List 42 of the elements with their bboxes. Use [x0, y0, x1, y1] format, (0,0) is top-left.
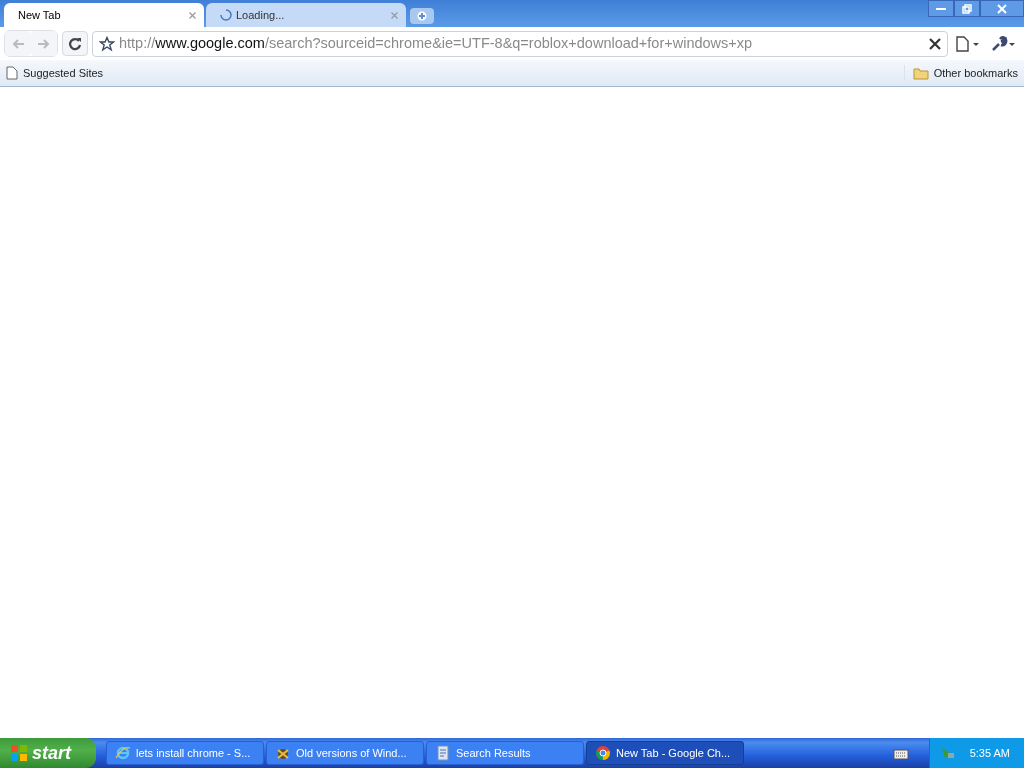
folder-icon — [912, 66, 929, 80]
taskbar-button[interactable]: New Tab - Google Ch... — [586, 741, 744, 765]
url-text: http://www.google.com/search?sourceid=chrome&ie=UTF-8&q=roblox+download+for+windows+xp — [119, 33, 754, 53]
close-icon — [997, 3, 1007, 14]
chrome-logo-icon — [595, 745, 611, 761]
taskbar-button[interactable]: Old versions of Wind... — [266, 741, 424, 765]
new-tab-button[interactable] — [410, 8, 434, 24]
ie-logo-icon — [115, 745, 131, 761]
browser-tab[interactable]: New Tab — [4, 3, 204, 27]
document-icon — [435, 745, 451, 761]
bookmarks-folder[interactable]: Other bookmarks — [903, 64, 1018, 82]
reload-button[interactable] — [62, 31, 88, 56]
restore-button[interactable] — [954, 0, 980, 17]
tab-title: New Tab — [18, 7, 62, 23]
network-icon — [939, 745, 956, 761]
page-icon — [955, 35, 981, 52]
close-icon — [189, 12, 196, 20]
forward-arrow-icon — [37, 36, 51, 51]
tab-title: Loading... — [236, 7, 286, 23]
windows-logo-icon — [10, 744, 28, 762]
bookmark-item[interactable]: Suggested Sites — [6, 64, 104, 82]
page-icon — [6, 66, 18, 80]
keyboard-icon — [892, 746, 909, 760]
minimize-icon — [936, 7, 946, 10]
loading-spinner-icon — [220, 9, 232, 21]
taskbar-button[interactable]: lets install chrome - S... — [106, 741, 264, 765]
clock: 5:35 AM — [969, 745, 1010, 761]
wrench-icon — [991, 35, 1017, 52]
minimize-button[interactable] — [928, 0, 954, 17]
stop-icon — [929, 37, 941, 50]
plus-icon — [417, 11, 427, 21]
star-icon — [99, 35, 115, 52]
back-arrow-icon — [11, 36, 25, 51]
bookmark-label: Other bookmarks — [933, 65, 1018, 81]
close-button[interactable] — [980, 0, 1024, 17]
taskbar-button[interactable]: Search Results — [426, 741, 584, 765]
reload-icon — [68, 36, 82, 51]
bookmark-label: Suggested Sites — [23, 65, 104, 81]
browser-tab[interactable]: Loading... — [206, 3, 406, 27]
close-icon — [391, 12, 398, 20]
address-bar[interactable]: http://www.google.com/search?sourceid=chrome&ie=UTF-8&q=roblox+download+for+windows+xp — [92, 30, 948, 57]
restore-icon — [962, 3, 972, 14]
